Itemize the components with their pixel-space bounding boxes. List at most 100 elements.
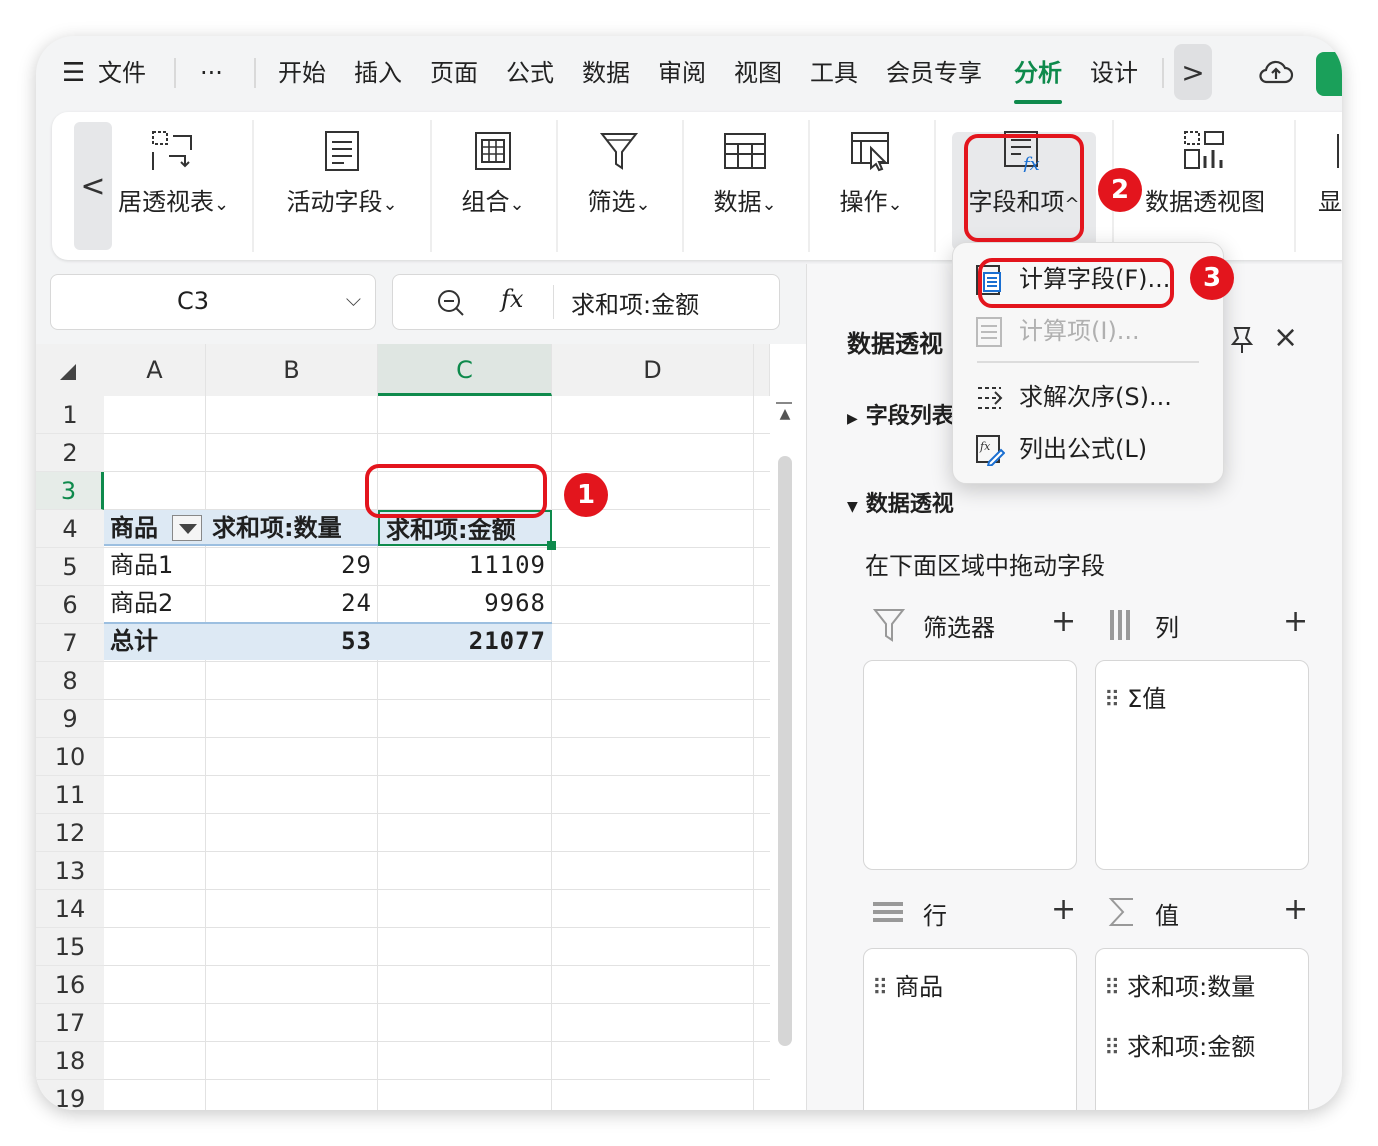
row-header[interactable]: 11 [36,776,104,814]
select-all-corner[interactable] [36,344,104,396]
row-header[interactable]: 1 [36,396,104,434]
menu-review[interactable]: 审阅 [658,54,706,92]
row-header[interactable]: 18 [36,1042,104,1080]
menu-more[interactable]: ··· [200,54,223,92]
pivot-total-amount[interactable]: 21077 [378,622,552,660]
pivot-row-label[interactable]: 商品1 [104,546,206,584]
pivot-cell-quantity[interactable]: 29 [206,546,378,584]
row-header[interactable]: 7 [36,624,104,662]
menu-item-list-formulas[interactable]: fx 列出公式(L) [975,427,1147,471]
menu-next-button[interactable]: > [1174,44,1212,100]
columns-field-item[interactable]: ⠿ Σ值 [1104,679,1166,714]
column-header-d[interactable]: D [552,344,754,396]
share-icon[interactable] [1316,52,1342,96]
row-header[interactable]: 6 [36,586,104,624]
row-header[interactable]: 12 [36,814,104,852]
scroll-up-button[interactable]: ▲ [776,406,794,430]
menu-insert[interactable]: 插入 [354,54,402,92]
pivot-cell-amount[interactable]: 11109 [378,546,552,584]
add-value-button[interactable]: + [1283,892,1308,927]
column-header-c[interactable]: C [378,344,552,396]
row-header[interactable]: 2 [36,434,104,472]
menu-analyze[interactable]: 分析 [1014,54,1062,104]
row-header[interactable]: 5 [36,548,104,586]
column-header-a[interactable]: A [104,344,206,396]
section-pivot-areas[interactable]: ▼ 数据透视 [847,486,954,518]
scroll-top-marker [776,402,792,404]
vertical-scrollbar-thumb[interactable] [778,456,792,1046]
drag-handle-icon[interactable]: ⠿ [1104,688,1120,713]
ribbon-pivot-chart[interactable]: 数据透视图 [1138,130,1272,242]
row-header[interactable]: 15 [36,928,104,966]
spreadsheet-grid[interactable]: A B C D 1 2 3 4 5 6 7 8 9 10 11 12 13 14 15 16 17 18 19 商品… [36,344,806,1110]
pivot-row-label[interactable]: 商品2 [104,584,206,622]
row-header[interactable]: 17 [36,1004,104,1042]
pivot-cell-amount[interactable]: 9968 [378,584,552,622]
add-row-button[interactable]: + [1051,892,1076,927]
menu-start[interactable]: 开始 [278,54,326,92]
drag-handle-icon[interactable]: ⠿ [872,976,888,1001]
menu-design[interactable]: 设计 [1090,54,1138,92]
row-header[interactable]: 9 [36,700,104,738]
row-header[interactable]: 19 [36,1080,104,1110]
rows-field-item[interactable]: ⠿ 商品 [872,967,943,1002]
row-header[interactable]: 10 [36,738,104,776]
annotation-badge-2: 2 [1098,168,1142,212]
ribbon-data[interactable]: 数据⌄ [702,130,788,242]
pivot-cell-quantity[interactable]: 24 [206,584,378,622]
drag-handle-icon[interactable]: ⠿ [1104,976,1120,1001]
column-header-b[interactable]: B [206,344,378,396]
pin-icon[interactable] [1229,324,1255,358]
name-box[interactable]: C3 ⌵ [50,274,376,330]
fx-icon[interactable]: fx [501,285,523,313]
row-header[interactable]: 3 [36,472,104,510]
values-drop-zone[interactable]: ⠿ 求和项:数量 ⠿ 求和项:金额 [1095,948,1309,1110]
ribbon-pivot-table[interactable]: 居透视表⌄ [118,130,228,242]
ribbon-show[interactable]: 显 [1318,130,1342,242]
cloud-upload-icon[interactable] [1258,56,1294,96]
menu-formula[interactable]: 公式 [506,54,554,92]
chevron-down-icon[interactable]: ⌵ [346,287,361,311]
values-field-item[interactable]: ⠿ 求和项:数量 [1104,967,1255,1002]
annotation-badge-3: 3 [1190,256,1234,300]
drag-handle-icon[interactable]: ⠿ [1104,1036,1120,1061]
pivot-total-quantity[interactable]: 53 [206,622,378,660]
formula-input[interactable]: fx 求和项:金额 [392,274,780,330]
rows-drop-zone[interactable]: ⠿ 商品 [863,948,1077,1110]
ribbon-prev-button[interactable]: < [74,122,112,250]
pivot-value-header-quantity[interactable]: 求和项:数量 [206,510,378,546]
row-header[interactable]: 8 [36,662,104,700]
menu-item-solve-order[interactable]: 求解次序(S)... [975,375,1172,419]
row-header[interactable]: 13 [36,852,104,890]
row-header[interactable]: 16 [36,966,104,1004]
row-header[interactable]: 4 [36,510,104,548]
menu-data[interactable]: 数据 [582,54,630,92]
filters-drop-zone[interactable] [863,660,1077,870]
ribbon-action[interactable]: 操作⌄ [828,130,914,242]
add-filter-button[interactable]: + [1051,604,1076,639]
zoom-icon[interactable] [437,289,465,317]
column-header-e [754,344,770,396]
row-gridline [104,1079,770,1080]
menu-file[interactable]: 文件 [98,54,146,92]
ribbon-active-field[interactable]: 活动字段⌄ [276,130,408,242]
values-field-label: 求和项:金额 [1127,1033,1256,1061]
menu-tools[interactable]: 工具 [810,54,858,92]
close-icon[interactable]: × [1273,320,1298,355]
hamburger-icon[interactable]: ☰ [62,54,85,92]
pivot-total-label[interactable]: 总计 [104,622,206,660]
menu-page[interactable]: 页面 [430,54,478,92]
values-field-item[interactable]: ⠿ 求和项:金额 [1104,1027,1255,1062]
chevron-down-icon: ⌄ [887,194,903,215]
section-field-list[interactable]: ▶ 字段列表 [847,398,954,430]
columns-drop-zone[interactable]: ⠿ Σ值 [1095,660,1309,870]
menu-member[interactable]: 会员专享 [886,54,982,92]
menu-view[interactable]: 视图 [734,54,782,92]
filter-dropdown-button[interactable] [172,515,202,541]
row-header[interactable]: 14 [36,890,104,928]
add-column-button[interactable]: + [1283,604,1308,639]
menu-divider [1162,58,1164,88]
ribbon-filter[interactable]: 筛选⌄ [576,130,662,242]
ribbon-group[interactable]: 组合⌄ [450,130,536,242]
pivot-row-field-header[interactable]: 商品 [104,510,174,546]
